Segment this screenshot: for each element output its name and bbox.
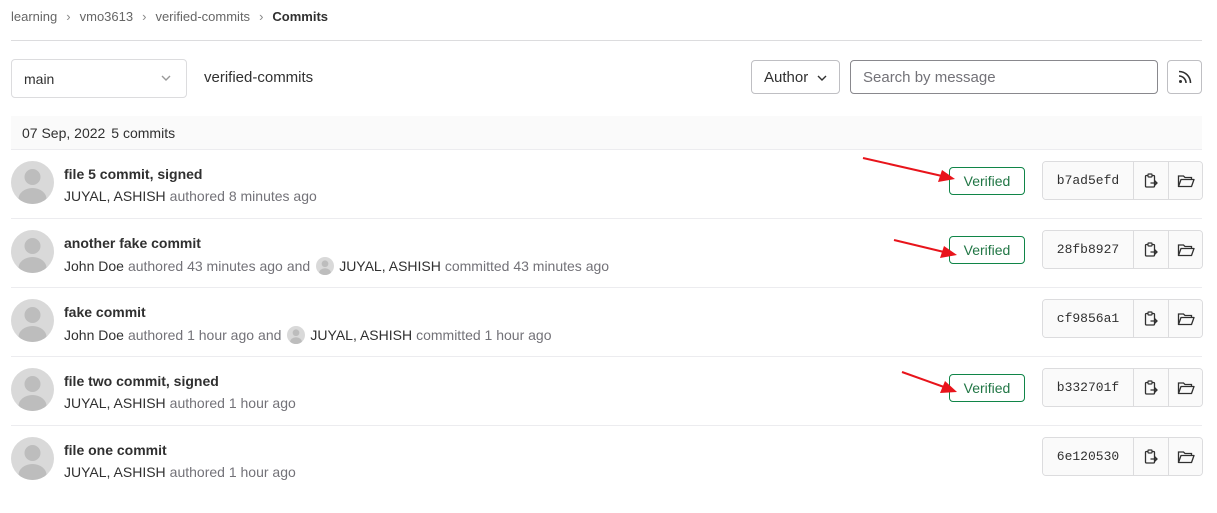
commit-sha[interactable]: b7ad5efd: [1043, 162, 1134, 199]
commit-date: 07 Sep, 2022: [22, 124, 106, 141]
breadcrumb-separator-icon: ›: [66, 8, 71, 24]
branch-selector[interactable]: main: [11, 59, 187, 98]
breadcrumb: learning › vmo3613 › verified-commits › …: [11, 7, 328, 25]
folder-open-icon: [1177, 381, 1195, 394]
default-avatar-icon[interactable]: [11, 161, 54, 204]
commit-meta: JUYAL, ASHISH authored 8 minutes ago: [64, 188, 321, 204]
browse-files-button[interactable]: [1168, 369, 1202, 406]
commit-authored-time: authored 1 hour ago: [127, 327, 255, 343]
commit-authored-time: authored 43 minutes ago: [127, 258, 283, 274]
copy-to-clipboard-icon: [1144, 448, 1158, 464]
commit-authored-time: authored 1 hour ago: [169, 395, 296, 411]
commit-author[interactable]: John Doe: [64, 258, 124, 274]
commit-sha-group: b332701f: [1042, 368, 1203, 407]
breadcrumb-learning[interactable]: learning: [11, 9, 57, 24]
default-avatar-icon[interactable]: [11, 299, 54, 342]
default-avatar-icon[interactable]: [11, 437, 54, 480]
default-avatar-icon[interactable]: [11, 368, 54, 411]
rss-feed-button[interactable]: [1167, 60, 1202, 94]
default-avatar-icon[interactable]: [316, 257, 335, 275]
browse-files-button[interactable]: [1168, 162, 1202, 199]
commit-and: and: [286, 258, 311, 274]
commit-meta: John Doe authored 43 minutes ago and JUY…: [64, 257, 613, 275]
commit-committed-time: committed 43 minutes ago: [444, 258, 610, 274]
folder-open-icon: [1177, 243, 1195, 256]
commit-authored-time: authored 8 minutes ago: [169, 188, 317, 204]
chevron-down-icon: [817, 75, 827, 81]
copy-sha-button[interactable]: [1134, 162, 1168, 199]
copy-sha-button[interactable]: [1134, 231, 1168, 268]
commit-sha[interactable]: cf9856a1: [1043, 300, 1134, 337]
commit-meta: John Doe authored 1 hour ago and JUYAL, …: [64, 326, 555, 344]
commit-count: 5 commits: [111, 124, 176, 141]
commit-row: another fake commit John Doe authored 43…: [11, 219, 1203, 288]
commit-row: fake commit John Doe authored 1 hour ago…: [11, 288, 1203, 357]
search-by-message-input[interactable]: [850, 60, 1158, 94]
copy-to-clipboard-icon: [1144, 379, 1158, 395]
breadcrumb-separator-icon: ›: [259, 8, 264, 24]
commit-title[interactable]: file two commit, signed: [64, 373, 219, 389]
commit-author[interactable]: JUYAL, ASHISH: [64, 395, 166, 411]
breadcrumb-verified-commits[interactable]: verified-commits: [155, 9, 250, 24]
chevron-down-icon: [161, 75, 171, 81]
commit-title[interactable]: fake commit: [64, 304, 146, 320]
commit-committed-time: committed 1 hour ago: [416, 327, 552, 343]
header-divider: [11, 40, 1202, 41]
browse-files-button[interactable]: [1168, 438, 1202, 475]
breadcrumb-separator-icon: ›: [142, 8, 147, 24]
commit-sha-group: cf9856a1: [1042, 299, 1203, 338]
breadcrumb-vmo3613[interactable]: vmo3613: [80, 9, 133, 24]
default-avatar-icon[interactable]: [11, 230, 54, 273]
commit-row: file 5 commit, signed JUYAL, ASHISH auth…: [11, 150, 1203, 219]
commit-sha-group: 6e120530: [1042, 437, 1203, 476]
copy-sha-button[interactable]: [1134, 369, 1168, 406]
commit-row: file one commit JUYAL, ASHISH authored 1…: [11, 426, 1203, 495]
commit-sha[interactable]: 28fb8927: [1043, 231, 1134, 268]
breadcrumb-commits: Commits: [272, 8, 329, 24]
commit-title[interactable]: file one commit: [64, 442, 167, 458]
browse-files-button[interactable]: [1168, 231, 1202, 268]
commit-committer[interactable]: JUYAL, ASHISH: [339, 258, 441, 274]
commit-sha-group: b7ad5efd: [1042, 161, 1203, 200]
folder-open-icon: [1177, 174, 1195, 187]
copy-to-clipboard-icon: [1144, 172, 1158, 188]
commit-sha[interactable]: b332701f: [1043, 369, 1134, 406]
copy-sha-button[interactable]: [1134, 300, 1168, 337]
copy-to-clipboard-icon: [1144, 241, 1158, 257]
commit-and: and: [258, 327, 282, 343]
commit-meta: JUYAL, ASHISH authored 1 hour ago: [64, 395, 300, 411]
commit-sha[interactable]: 6e120530: [1043, 438, 1134, 475]
commit-date-group-header: 07 Sep, 2022 5 commits: [11, 116, 1202, 150]
commit-title[interactable]: another fake commit: [64, 235, 201, 251]
folder-open-icon: [1177, 312, 1195, 325]
commit-sha-group: 28fb8927: [1042, 230, 1203, 269]
copy-to-clipboard-icon: [1144, 310, 1158, 326]
commit-meta: JUYAL, ASHISH authored 1 hour ago: [64, 464, 300, 480]
verified-badge[interactable]: Verified: [949, 374, 1025, 402]
folder-open-icon: [1177, 450, 1195, 463]
verified-badge[interactable]: Verified: [949, 167, 1025, 195]
project-name: verified-commits: [204, 69, 314, 86]
commit-committer[interactable]: JUYAL, ASHISH: [310, 327, 412, 343]
rss-icon: [1178, 70, 1191, 84]
author-filter-label: Author: [764, 68, 809, 86]
commit-row: file two commit, signed JUYAL, ASHISH au…: [11, 357, 1203, 426]
commit-title[interactable]: file 5 commit, signed: [64, 166, 202, 182]
commit-author[interactable]: JUYAL, ASHISH: [64, 464, 166, 480]
copy-sha-button[interactable]: [1134, 438, 1168, 475]
browse-files-button[interactable]: [1168, 300, 1202, 337]
verified-badge[interactable]: Verified: [949, 236, 1025, 264]
default-avatar-icon[interactable]: [287, 326, 306, 344]
branch-name: main: [24, 70, 55, 87]
author-filter-button[interactable]: Author: [751, 60, 840, 94]
commit-author[interactable]: JUYAL, ASHISH: [64, 188, 166, 204]
commit-authored-time: authored 1 hour ago: [169, 464, 296, 480]
commit-author[interactable]: John Doe: [64, 327, 124, 343]
